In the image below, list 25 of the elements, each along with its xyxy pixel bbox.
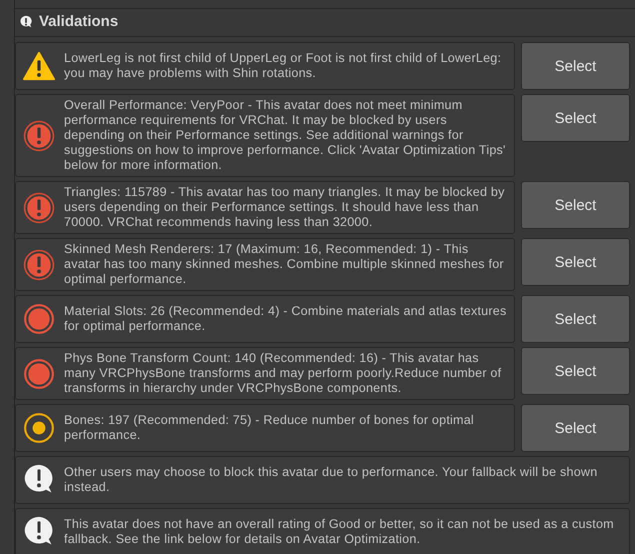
message-text: Skinned Mesh Renderers: 17 (Maximum: 16, Recommended: 1) - This avatar has too many skinned meshes. Combine multiple skinned meshes for optimal performance. (64, 242, 505, 287)
select-button[interactable]: Select (521, 42, 630, 90)
message-text: Other users may choose to block this avatar due to performance. Your fallback will be shown instead. (64, 465, 598, 495)
select-button[interactable]: Select (521, 347, 630, 395)
select-button[interactable]: Select (521, 181, 630, 229)
message-text: Phys Bone Transform Count: 140 (Recommended: 16) - This avatar has many VRCPhysBone transforms and may perform poorly.Reduce number of transforms in hierarchy under VRCPhysBone components. (64, 351, 502, 396)
circle-icon (23, 303, 55, 335)
error-icon (23, 192, 55, 224)
section-title: Validations (39, 13, 118, 30)
message-text: This avatar does not have an overall rating of Good or better, so it can not be used as a custom fallback. See the link below for details on Avatar Optimization. (64, 517, 615, 547)
select-button[interactable]: Select (521, 295, 630, 343)
error-icon (23, 248, 55, 280)
warning-icon (23, 50, 55, 82)
info-bubble-icon (19, 14, 33, 28)
message-text: Material Slots: 26 (Recommended: 4) - Combine materials and atlas textures for optimal performance. (64, 304, 508, 334)
circle-icon (23, 358, 55, 390)
message-text: Bones: 197 (Recommended: 75) - Reduce number of bones for optimal performance. (64, 413, 475, 443)
message-text: Overall Performance: VeryPoor - This avatar does not meet minimum performance requirements for VRChat. It may be blocked by users depending on their Performance settings. See additional warnings for suggestions on how to improve performance. Click 'Avatar Optimization Tips' below for more information. (64, 98, 507, 173)
select-button[interactable]: Select (521, 238, 630, 286)
select-button[interactable]: Select (521, 404, 630, 452)
select-button[interactable]: Select (521, 94, 630, 142)
error-icon (23, 120, 55, 152)
message-text: LowerLeg is not first child of UpperLeg or Foot is not first child of LowerLeg: you may have problems with Shin rotations. (64, 51, 502, 81)
message-text: Triangles: 115789 - This avatar has too many triangles. It may be blocked by users depending on their Performance settings. It should have less than 70000. VRChat recommends having less than 32000. (64, 185, 506, 230)
ring-dot-icon (23, 412, 55, 444)
